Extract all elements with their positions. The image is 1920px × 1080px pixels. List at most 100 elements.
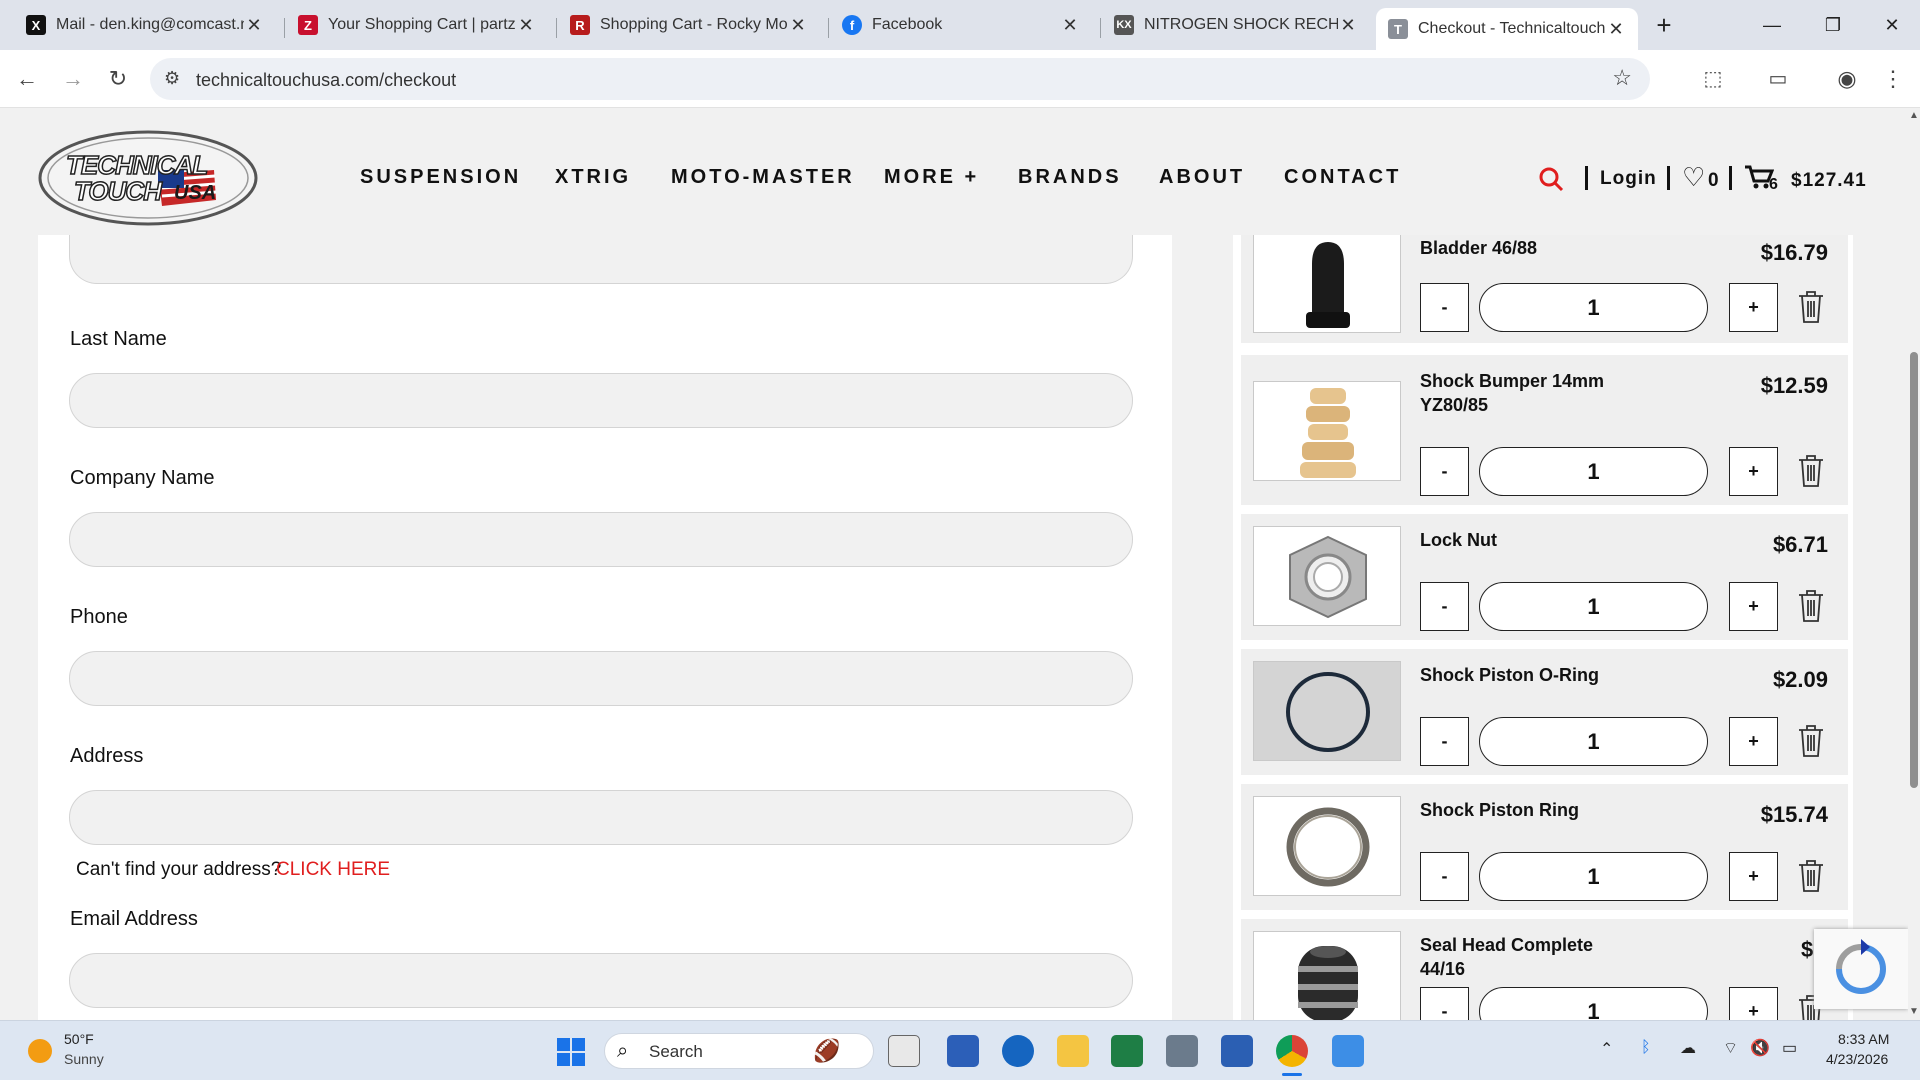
nav-brands[interactable]: BRANDS [1018, 166, 1122, 189]
email-address-field[interactable] [69, 953, 1133, 1008]
bluetooth-icon[interactable]: ᛒ [1641, 1039, 1651, 1057]
dell-icon[interactable] [1002, 1035, 1034, 1067]
close-tab-icon[interactable]: ✕ [1060, 15, 1080, 36]
scroll-down-icon[interactable]: ▼ [1909, 1006, 1919, 1017]
chrome-icon[interactable] [1276, 1035, 1308, 1067]
taskbar-search-box[interactable]: ⌕ Search 🏈 [604, 1033, 874, 1069]
first-name-field[interactable] [69, 235, 1133, 284]
increase-qty-button[interactable]: + [1729, 447, 1778, 496]
trash-icon[interactable] [1797, 290, 1825, 324]
cast-icon[interactable]: ▭ [1763, 64, 1793, 94]
decrease-qty-button[interactable]: - [1420, 447, 1469, 496]
cart-total[interactable]: $127.41 [1791, 170, 1867, 192]
nav-about[interactable]: ABOUT [1159, 166, 1245, 189]
sun-weather-icon[interactable] [28, 1039, 52, 1063]
tab-mail[interactable]: X Mail - den.king@comcast.n ✕ [14, 8, 276, 42]
qty-input[interactable]: 1 [1479, 582, 1708, 631]
product-image[interactable] [1253, 381, 1401, 481]
wishlist-heart-icon[interactable]: ♡ [1682, 162, 1705, 193]
clock-date[interactable]: 4/23/2026 [1826, 1051, 1888, 1067]
product-name[interactable]: Shock Bumper 14mm YZ80/85 [1420, 369, 1640, 417]
qty-input[interactable]: 1 [1479, 447, 1708, 496]
decrease-qty-button[interactable]: - [1420, 582, 1469, 631]
tab-facebook[interactable]: f Facebook ✕ [830, 8, 1092, 42]
product-name[interactable]: Bladder 46/88 [1420, 236, 1640, 260]
trash-icon[interactable] [1797, 724, 1825, 758]
product-image[interactable] [1253, 526, 1401, 626]
nav-moto-master[interactable]: MOTO-MASTER [671, 166, 855, 189]
weather-temp[interactable]: 50°F [64, 1031, 94, 1047]
product-image[interactable] [1253, 796, 1401, 896]
tab-nitrogen-shock[interactable]: KX NITROGEN SHOCK RECHAR ✕ [1102, 8, 1370, 42]
recaptcha-badge[interactable] [1814, 929, 1908, 1009]
product-name[interactable]: Seal Head Complete 44/16 [1420, 933, 1640, 981]
calculator-icon[interactable] [1166, 1035, 1198, 1067]
windows-start-icon[interactable] [556, 1037, 586, 1067]
address-field[interactable] [69, 790, 1133, 845]
increase-qty-button[interactable]: + [1729, 987, 1778, 1020]
phone-field[interactable] [69, 651, 1133, 706]
close-window-button[interactable]: ✕ [1872, 10, 1912, 40]
file-explorer-icon[interactable] [1057, 1035, 1089, 1067]
volume-muted-icon[interactable]: 🔇 [1750, 1038, 1770, 1058]
excel-icon[interactable] [1111, 1035, 1143, 1067]
qty-input[interactable]: 1 [1479, 717, 1708, 766]
trash-icon[interactable] [1797, 454, 1825, 488]
close-tab-icon[interactable]: ✕ [1606, 19, 1626, 40]
tab-partzilla-cart[interactable]: Z Your Shopping Cart | partzil ✕ [286, 8, 548, 42]
scrollbar-thumb[interactable] [1910, 352, 1918, 788]
new-tab-button[interactable]: + [1644, 10, 1684, 40]
profile-icon[interactable]: ◉ [1832, 64, 1862, 94]
close-tab-icon[interactable]: ✕ [244, 15, 264, 36]
clock-time[interactable]: 8:33 AM [1838, 1031, 1889, 1047]
address-bar[interactable]: ⚙ technicaltouchusa.com/checkout ☆ [150, 58, 1650, 100]
decrease-qty-button[interactable]: - [1420, 987, 1469, 1020]
qty-input[interactable]: 1 [1479, 852, 1708, 901]
close-tab-icon[interactable]: ✕ [516, 15, 536, 36]
close-tab-icon[interactable]: ✕ [788, 15, 808, 36]
show-hidden-icons[interactable]: ⌃ [1600, 1039, 1613, 1059]
login-link[interactable]: Login [1600, 168, 1657, 190]
company-name-field[interactable] [69, 512, 1133, 567]
restore-button[interactable]: ❐ [1813, 10, 1853, 40]
nav-contact[interactable]: CONTACT [1284, 166, 1401, 189]
last-name-field[interactable] [69, 373, 1133, 428]
wifi-icon[interactable]: ⌔ [1723, 1038, 1738, 1058]
task-view-icon[interactable] [888, 1035, 920, 1067]
onedrive-icon[interactable]: ☁ [1680, 1038, 1696, 1058]
trash-icon[interactable] [1797, 589, 1825, 623]
product-name[interactable]: Lock Nut [1420, 528, 1640, 552]
product-image[interactable] [1253, 235, 1401, 333]
increase-qty-button[interactable]: + [1729, 283, 1778, 332]
product-image[interactable] [1253, 661, 1401, 761]
minimize-button[interactable]: — [1752, 10, 1792, 40]
scroll-up-icon[interactable]: ▲ [1909, 110, 1919, 121]
word-icon[interactable] [1221, 1035, 1253, 1067]
nav-suspension[interactable]: SUSPENSION [360, 166, 521, 189]
search-icon[interactable] [1538, 166, 1564, 192]
click-here-link[interactable]: CLICK HERE [276, 859, 390, 881]
bookmark-star-icon[interactable]: ☆ [1612, 65, 1632, 91]
tab-rocky-mountain-cart[interactable]: R Shopping Cart - Rocky Mou ✕ [558, 8, 820, 42]
product-name[interactable]: Shock Piston Ring [1420, 798, 1640, 822]
page-scrollbar[interactable]: ▲ ▼ [1908, 108, 1920, 1020]
technical-touch-logo[interactable]: TECHNICAL TOUCH USA [38, 130, 258, 226]
increase-qty-button[interactable]: + [1729, 852, 1778, 901]
nav-more[interactable]: MORE + [884, 166, 979, 189]
photos-icon[interactable] [1332, 1035, 1364, 1067]
trash-icon[interactable] [1797, 859, 1825, 893]
qty-input[interactable]: 1 [1479, 283, 1708, 332]
decrease-qty-button[interactable]: - [1420, 283, 1469, 332]
nav-xtrig[interactable]: XTRIG [555, 166, 631, 189]
close-tab-icon[interactable]: ✕ [1338, 15, 1358, 36]
extensions-icon[interactable]: ⬚ [1698, 64, 1728, 94]
qty-input[interactable]: 1 [1479, 987, 1708, 1020]
tab-checkout[interactable]: T Checkout - Technicaltouchu ✕ [1376, 8, 1638, 50]
decrease-qty-button[interactable]: - [1420, 717, 1469, 766]
decrease-qty-button[interactable]: - [1420, 852, 1469, 901]
snipping-tool-icon[interactable] [947, 1035, 979, 1067]
back-icon[interactable]: ← [12, 64, 42, 94]
reload-icon[interactable]: ↻ [103, 64, 133, 94]
battery-icon[interactable]: ▭ [1782, 1038, 1797, 1058]
increase-qty-button[interactable]: + [1729, 582, 1778, 631]
